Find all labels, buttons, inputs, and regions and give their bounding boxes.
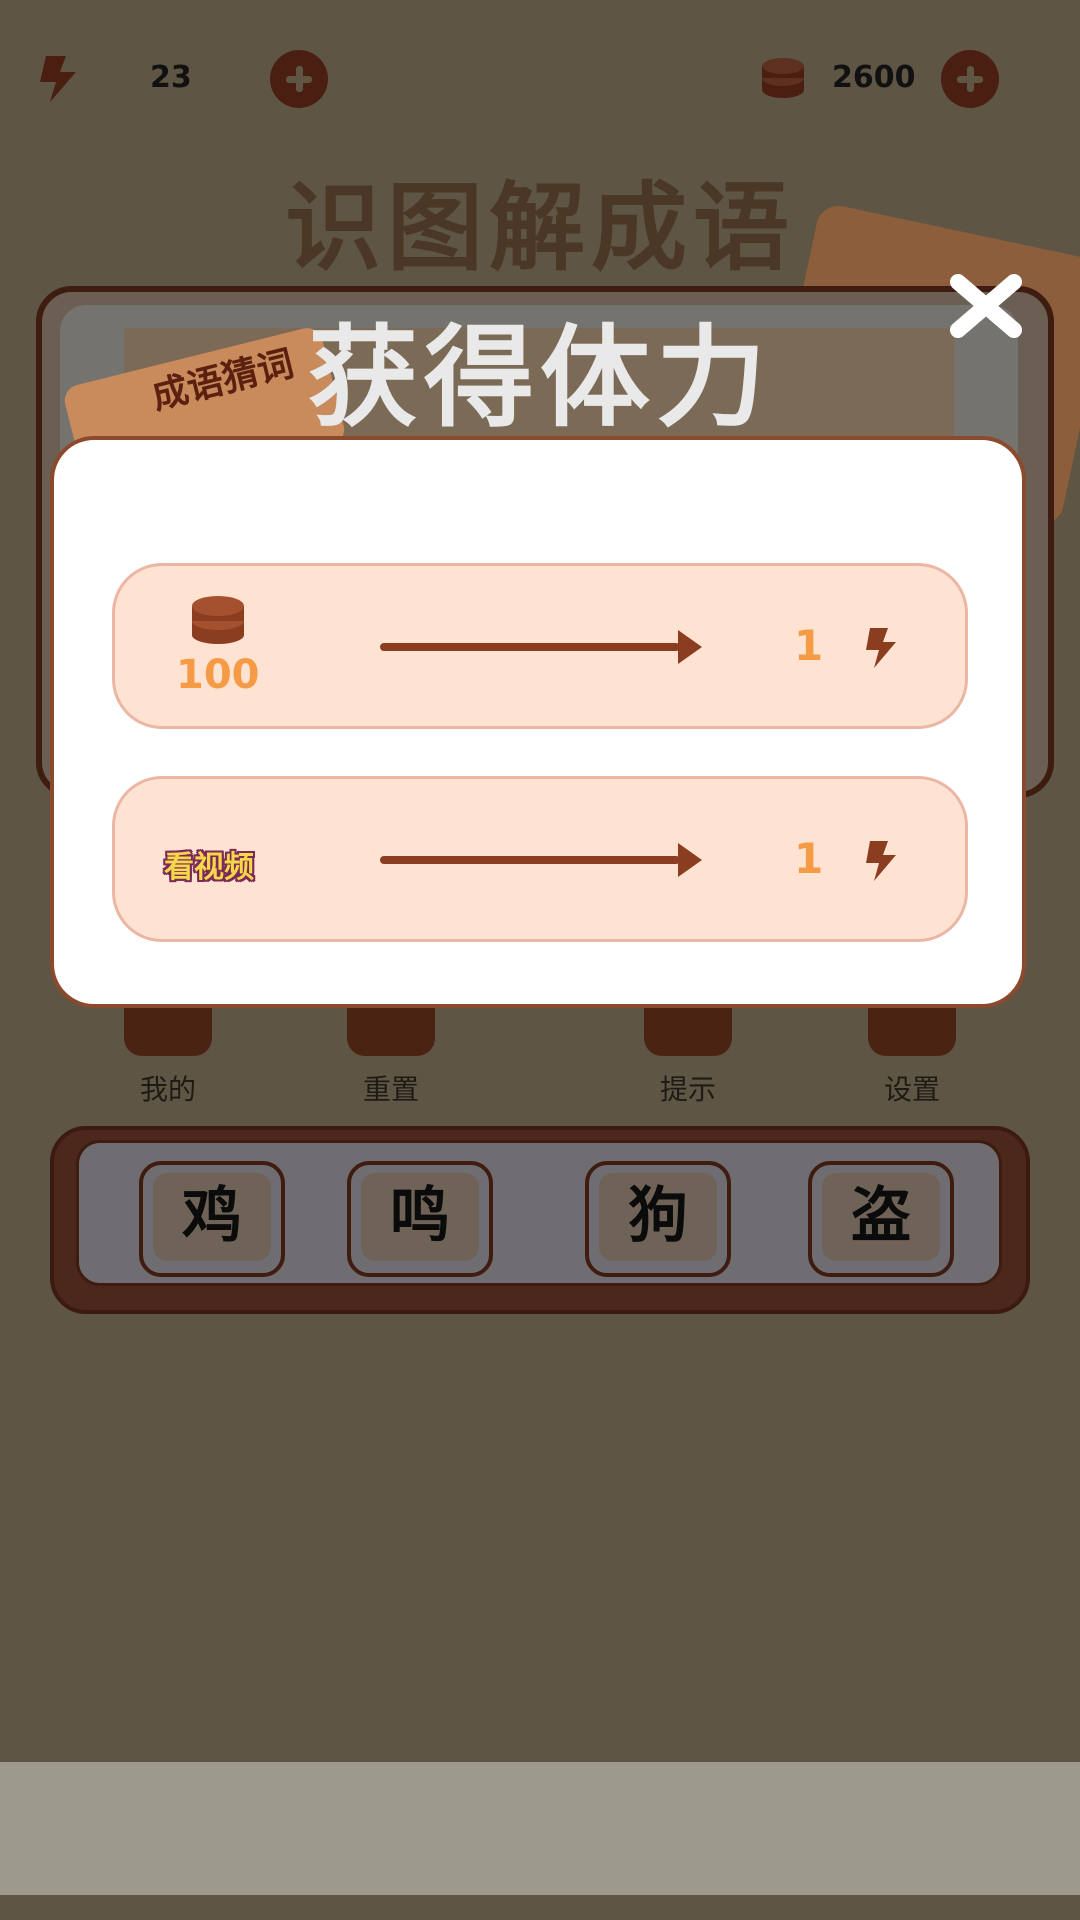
smile-icon[interactable] xyxy=(124,1008,212,1056)
arrow-right-icon xyxy=(380,856,680,864)
tile-char: 鸡 xyxy=(153,1173,271,1261)
action-mine-label[interactable]: 我的 xyxy=(88,1068,248,1108)
add-coins-button[interactable] xyxy=(941,50,999,108)
close-icon xyxy=(950,274,1022,338)
lightning-icon xyxy=(862,839,898,883)
tile-char: 狗 xyxy=(599,1173,717,1261)
energy-reward: 1 xyxy=(794,834,824,883)
coin-count: 2600 xyxy=(832,60,916,95)
add-energy-button[interactable] xyxy=(270,50,328,108)
answer-tile[interactable]: 盗 xyxy=(808,1161,954,1277)
arrow-head xyxy=(678,843,702,877)
answer-tile[interactable]: 鸡 xyxy=(139,1161,285,1277)
close-button[interactable] xyxy=(946,274,1026,338)
tile-char: 鸣 xyxy=(361,1173,479,1261)
action-hint-label[interactable]: 提示 xyxy=(608,1068,768,1108)
refresh-icon[interactable] xyxy=(347,1008,435,1056)
popup-title: 获得体力 xyxy=(308,318,772,430)
energy-count: 23 xyxy=(150,60,192,95)
arrow-head xyxy=(678,630,702,664)
action-reset-label[interactable]: 重置 xyxy=(311,1068,471,1108)
watch-video-label: 看视频 xyxy=(164,850,254,885)
coin-stack-icon xyxy=(190,592,246,646)
action-settings-label[interactable]: 设置 xyxy=(832,1068,992,1108)
tile-char: 盗 xyxy=(822,1173,940,1261)
energy-reward: 1 xyxy=(794,621,824,670)
answer-tile[interactable]: 狗 xyxy=(585,1161,731,1277)
energy-icon xyxy=(36,54,80,104)
coin-cost: 100 xyxy=(176,652,260,698)
lightning-icon xyxy=(862,626,898,670)
arrow-right-icon xyxy=(380,643,680,651)
answer-tile[interactable]: 鸣 xyxy=(347,1161,493,1277)
coin-stack-icon xyxy=(760,54,806,100)
gear-icon[interactable] xyxy=(868,1008,956,1056)
lightbulb-icon[interactable] xyxy=(644,1008,732,1056)
ad-banner-area xyxy=(0,1762,1080,1895)
